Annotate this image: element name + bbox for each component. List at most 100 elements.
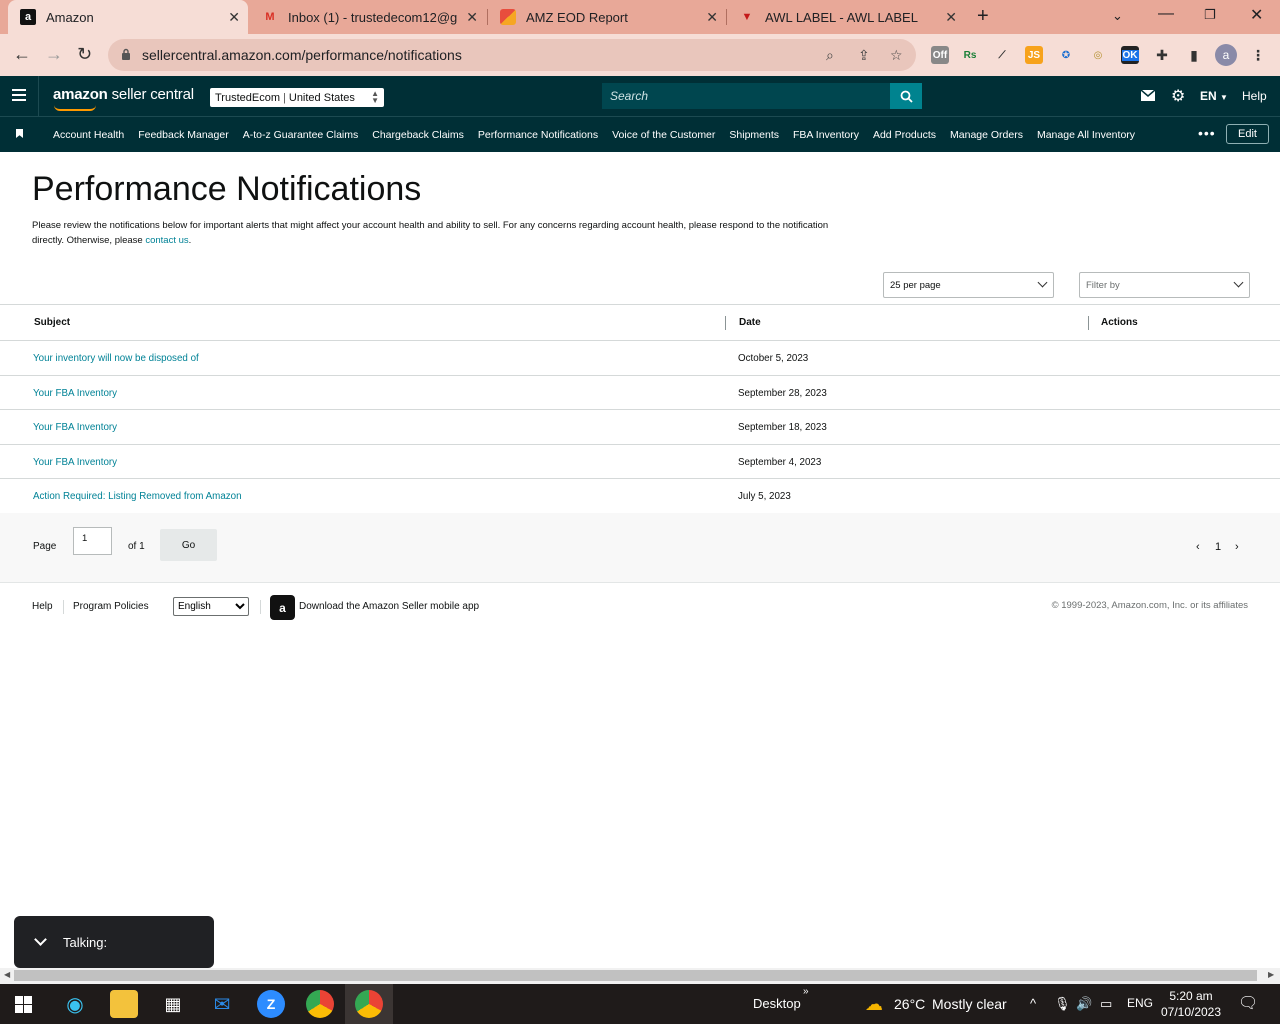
minimize-icon[interactable]: — [1158,5,1174,23]
store-icon[interactable]: ▦ [159,990,187,1018]
microphone-icon[interactable]: 🎙 [1054,996,1071,1012]
settings-gear-icon[interactable]: ⚙ [1171,86,1185,106]
extension-blue-icon[interactable]: ✪ [1057,46,1075,64]
nav-performance-notifications[interactable]: Performance Notifications [471,129,605,141]
scroll-right-icon[interactable]: ▶ [1268,970,1274,979]
download-app-link[interactable]: Download the Amazon Seller mobile app [299,601,479,612]
help-link[interactable]: Help [1242,89,1267,103]
tray-expand-icon[interactable]: ^ [1030,996,1036,1011]
nav-account-health[interactable]: Account Health [46,129,131,141]
weather-temperature[interactable]: 26°C [894,996,925,1012]
extension-ok-icon[interactable]: OK [1121,46,1139,64]
side-panel-icon[interactable]: ▮ [1185,46,1203,64]
desktop-label[interactable]: Desktop [753,996,801,1011]
weather-icon[interactable]: ☁ [860,990,888,1018]
nav-atoz-claims[interactable]: A-to-z Guarantee Claims [236,129,366,141]
tab-amz-eod[interactable]: AMZ EOD Report ✕ [488,0,726,34]
edit-nav-button[interactable]: Edit [1226,124,1269,144]
per-page-select[interactable]: 25 per page [883,272,1054,298]
more-options-icon[interactable]: ••• [1198,125,1216,141]
notification-subject-link[interactable]: Your inventory will now be disposed of [33,353,199,364]
profile-avatar[interactable]: a [1215,44,1237,66]
new-tab-icon[interactable]: + [977,5,989,28]
notification-subject-link[interactable]: Your FBA Inventory [33,388,117,399]
horizontal-scrollbar[interactable]: ◀ ▶ [0,968,1280,984]
extension-js-icon[interactable]: JS [1025,46,1043,64]
menu-hamburger-icon[interactable] [12,89,26,101]
footer-help-link[interactable]: Help [32,601,53,612]
mail-app-icon[interactable]: ✉ [208,990,236,1018]
current-page-number[interactable]: 1 [1215,541,1221,553]
url-bar[interactable]: sellercentral.amazon.com/performance/not… [108,39,916,71]
seller-app-icon[interactable]: a [270,595,295,620]
nav-feedback-manager[interactable]: Feedback Manager [131,129,235,141]
footer-language-select[interactable]: English [173,597,249,616]
close-tab-icon[interactable]: ✕ [228,9,240,26]
chrome-profile-a-icon[interactable] [355,990,383,1018]
search-button[interactable] [890,83,922,109]
talking-toast[interactable]: Talking: [14,916,214,968]
windows-start-icon[interactable] [15,996,32,1013]
nav-add-products[interactable]: Add Products [866,129,943,141]
desktop-expand-icon[interactable]: » [803,986,809,997]
seller-central-logo[interactable]: amazon seller central [53,86,194,103]
close-tab-icon[interactable]: ✕ [466,9,478,26]
next-page-icon[interactable]: › [1235,541,1239,553]
extension-keepa-icon[interactable]: ◎ [1089,46,1107,64]
contact-us-link[interactable]: contact us [145,235,188,246]
nav-manage-orders[interactable]: Manage Orders [943,129,1030,141]
forward-icon[interactable]: → [45,44,63,65]
close-tab-icon[interactable]: ✕ [945,9,957,26]
notification-subject-link[interactable]: Your FBA Inventory [33,457,117,468]
tab-amazon[interactable]: a Amazon ✕ [8,0,248,34]
browser-menu-icon[interactable]: ⋮ [1249,46,1267,64]
scroll-left-icon[interactable]: ◀ [4,970,10,979]
account-switcher[interactable]: TrustedEcom | United States ▲ ▼ [210,88,384,107]
nav-fba-inventory[interactable]: FBA Inventory [786,129,866,141]
notification-center-icon[interactable]: 🗨 [1238,993,1258,1013]
restore-icon[interactable]: ❐ [1204,7,1216,23]
volume-icon[interactable]: 🔊 [1076,996,1092,1012]
bookmark-icon[interactable] [16,129,23,138]
weather-description[interactable]: Mostly clear [932,996,1007,1012]
chrome-profile-m-icon[interactable] [306,990,334,1018]
scrollbar-thumb[interactable] [14,970,1257,981]
extension-rs-icon[interactable]: Rs [961,46,979,64]
share-icon[interactable]: ⇪ [858,47,870,64]
back-icon[interactable]: ← [13,44,31,65]
reload-icon[interactable]: ↻ [77,44,92,65]
notification-subject-link[interactable]: Your FBA Inventory [33,422,117,433]
go-button[interactable]: Go [160,529,217,561]
extension-off-icon[interactable]: Off [931,46,949,64]
page-number-input[interactable]: 1 [73,527,112,555]
tab-gmail[interactable]: M Inbox (1) - trustedecom12@gma ✕ [250,0,486,34]
bookmark-star-icon[interactable]: ☆ [890,47,903,64]
nav-manage-all-inventory[interactable]: Manage All Inventory [1030,129,1142,141]
tab-awl-label[interactable]: ▼ AWL LABEL - AWL LABEL ✕ [727,0,965,34]
close-tab-icon[interactable]: ✕ [706,9,718,26]
zoom-icon[interactable]: ⌕ [826,47,834,64]
zoom-app-icon[interactable]: Z [257,990,285,1018]
tab-search-icon[interactable]: ⌄ [1112,8,1123,24]
network-icon[interactable]: ▭ [1100,996,1112,1012]
footer-policies-link[interactable]: Program Policies [73,601,149,612]
extension-pen-icon[interactable]: ⟋ [993,46,1011,64]
nav-shipments[interactable]: Shipments [722,129,786,141]
nav-chargeback-claims[interactable]: Chargeback Claims [365,129,471,141]
filter-select[interactable]: Filter by [1079,272,1250,298]
language-selector[interactable]: EN ▼ [1200,89,1228,103]
input-language[interactable]: ENG [1127,996,1153,1010]
column-date: Date [739,317,761,328]
notification-subject-link[interactable]: Action Required: Listing Removed from Am… [33,491,242,502]
prev-page-icon[interactable]: ‹ [1196,541,1200,553]
table-row: Your FBA Inventory September 4, 2023 [0,445,1280,479]
system-clock[interactable]: 5:20 am 07/10/2023 [1160,988,1222,1020]
mail-icon[interactable] [1141,90,1155,101]
nav-voice-of-customer[interactable]: Voice of the Customer [605,129,722,141]
close-window-icon[interactable]: ✕ [1250,5,1263,25]
footer-divider [260,600,261,614]
extensions-puzzle-icon[interactable]: ✚ [1153,46,1171,64]
edge-icon[interactable]: ◉ [61,990,89,1018]
search-input[interactable]: Search [602,83,890,109]
file-explorer-icon[interactable] [110,990,138,1018]
